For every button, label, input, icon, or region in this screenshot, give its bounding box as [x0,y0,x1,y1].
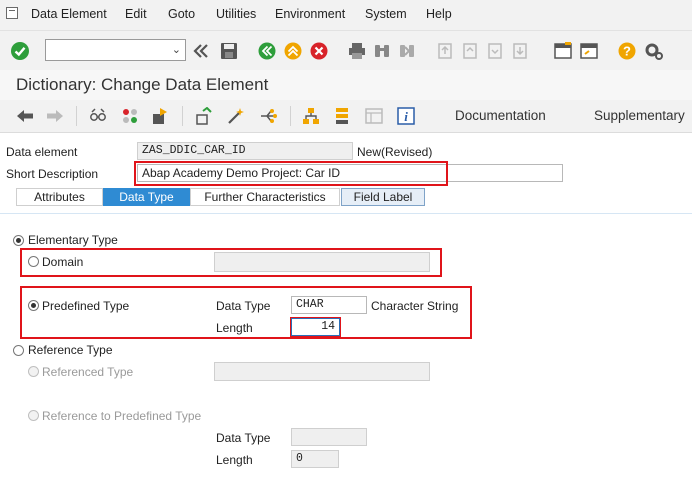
first-page-icon[interactable] [435,41,455,61]
svg-text:?: ? [623,44,631,59]
hierarchy-icon[interactable] [301,106,321,126]
ref-data-type-label: Data Type [216,431,271,445]
menu-environment[interactable]: Environment [275,7,345,21]
tab-divider [0,213,692,214]
find-icon[interactable] [372,41,392,61]
find-next-icon[interactable] [397,41,417,61]
short-description-label: Short Description [6,167,99,181]
toolbar-separator [290,106,291,126]
help-icon[interactable]: ? [617,41,637,61]
exit-icon[interactable] [283,41,303,61]
documentation-button[interactable]: Documentation [455,108,546,123]
chevron-down-icon[interactable]: ⌄ [172,43,181,56]
menu-system[interactable]: System [365,7,407,21]
next-page-icon[interactable] [485,41,505,61]
menu-data-element[interactable]: Data Element [31,7,107,21]
other-object-icon[interactable] [120,106,140,126]
enter-check-icon[interactable] [9,40,31,62]
menu-goto[interactable]: Goto [168,7,195,21]
referenced-type-label: Referenced Type [42,365,134,379]
magic-wand-icon[interactable] [226,106,246,126]
supplementary-button[interactable]: Supplementary [594,108,685,123]
highlight-box-short-description [134,161,448,186]
data-element-label: Data element [6,145,78,159]
ref-data-type-field [291,428,367,446]
highlight-box-predefined-type [20,286,472,339]
elementary-type-label: Elementary Type [28,233,118,247]
arrow-right-icon[interactable] [45,107,65,125]
reference-to-predefined-radio [28,410,39,421]
tab-field-label[interactable]: Field Label [341,188,425,206]
where-used-icon[interactable] [258,106,278,126]
window-menu-icon[interactable] [6,7,18,19]
status-text: New(Revised) [357,145,433,159]
command-field[interactable]: ⌄ [45,39,186,61]
menu-edit[interactable]: Edit [125,7,147,21]
tab-data-type[interactable]: Data Type [103,188,190,206]
activate-icon[interactable] [150,106,170,126]
back-icon[interactable] [257,41,277,61]
referenced-type-radio [28,366,39,377]
menu-utilities[interactable]: Utilities [216,7,256,21]
data-element-field: ZAS_DDIC_CAR_ID [137,142,353,160]
toolbar-separator [182,106,183,126]
stack-icon[interactable] [332,106,352,126]
table-view-icon[interactable] [364,106,384,126]
menu-help[interactable]: Help [426,7,452,21]
tab-attributes[interactable]: Attributes [16,188,103,206]
elementary-type-radio[interactable] [13,235,24,246]
print-icon[interactable] [347,41,367,61]
display-change-icon[interactable] [88,106,108,126]
tab-further-characteristics[interactable]: Further Characteristics [190,188,340,206]
ref-length-field: 0 [291,450,339,468]
cancel-icon[interactable] [309,41,329,61]
reference-to-predefined-label: Reference to Predefined Type [42,409,202,423]
check-object-icon[interactable] [194,106,214,126]
svg-text:i: i [404,109,408,124]
arrow-left-icon[interactable] [15,107,35,125]
reference-type-label: Reference Type [28,343,113,357]
ref-length-label: Length [216,453,253,467]
save-icon[interactable] [219,41,239,61]
menu-bar: Data Element Edit Goto Utilities Environ… [0,0,692,30]
highlight-box-domain [20,248,442,277]
last-page-icon[interactable] [510,41,530,61]
toolbar-separator [76,106,77,126]
previous-page-icon[interactable] [460,41,480,61]
page-title: Dictionary: Change Data Element [16,75,269,94]
reference-type-radio[interactable] [13,345,24,356]
info-icon[interactable]: i [396,106,416,126]
fast-back-icon[interactable] [192,42,210,60]
customize-layout-icon[interactable] [643,40,665,62]
new-session-icon[interactable] [553,41,573,61]
shortcut-icon[interactable] [579,41,599,61]
referenced-type-field [214,362,430,381]
